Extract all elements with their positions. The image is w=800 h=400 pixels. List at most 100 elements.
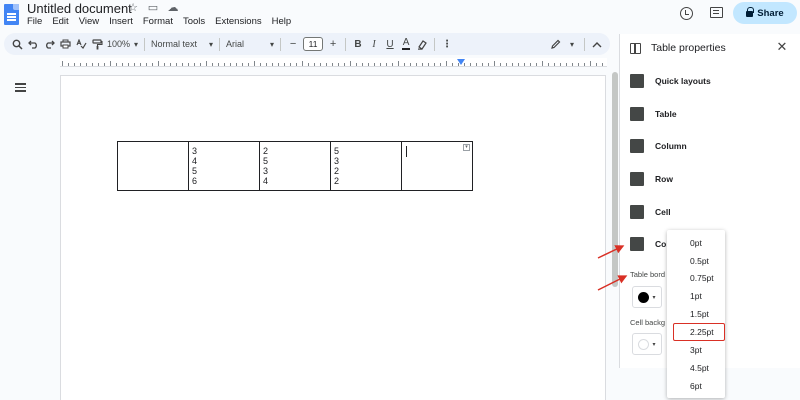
ruler-tick	[236, 63, 237, 66]
document-table[interactable]: 3 4 5 6 2 5 3 4 5 3 2 2 ▾	[117, 141, 473, 191]
border-width-option[interactable]: 3pt	[690, 345, 702, 355]
menu-view[interactable]: View	[79, 16, 99, 27]
menu-extensions[interactable]: Extensions	[215, 16, 261, 27]
top-bar: Untitled document ☆ ▭ ☁ File Edit View I…	[0, 0, 800, 34]
ruler-tick	[134, 63, 135, 66]
version-history-icon[interactable]	[680, 7, 693, 20]
section-column[interactable]: Column	[630, 139, 687, 153]
more-options-icon[interactable]: ⋮	[439, 35, 455, 53]
table-properties-icon	[630, 43, 641, 54]
ruler-tick	[92, 63, 93, 66]
section-table[interactable]: Table	[630, 107, 677, 121]
border-width-option[interactable]: 6pt	[690, 381, 702, 391]
print-icon[interactable]	[57, 35, 73, 53]
docs-logo-icon[interactable]	[4, 4, 19, 25]
increase-font-size-button[interactable]: +	[325, 35, 341, 53]
ruler-tick	[446, 61, 447, 66]
ruler-tick	[524, 63, 525, 66]
menu-edit[interactable]: Edit	[52, 16, 68, 27]
menu-tools[interactable]: Tools	[183, 16, 205, 27]
ruler-tick	[530, 63, 531, 66]
border-color-swatch	[638, 291, 650, 303]
border-width-option-selected[interactable]: 2.25pt	[690, 327, 714, 337]
spellcheck-icon[interactable]	[73, 35, 89, 53]
border-width-option[interactable]: 0.5pt	[690, 256, 709, 266]
ruler-tick	[266, 63, 267, 66]
zoom-select[interactable]: 100%	[105, 35, 140, 53]
table-cell[interactable]: 3 4 5 6	[188, 141, 260, 191]
ruler-tick	[392, 63, 393, 66]
ruler-tick	[194, 63, 195, 66]
zoom-value: 100%	[107, 39, 131, 49]
menu-format[interactable]: Format	[143, 16, 173, 27]
menu-insert[interactable]: Insert	[109, 16, 133, 27]
ruler-tick	[566, 63, 567, 66]
section-icon	[630, 237, 644, 251]
ruler-tick	[506, 63, 507, 66]
document-page[interactable]: 3 4 5 6 2 5 3 4 5 3 2 2 ▾	[60, 75, 606, 400]
section-quick-layouts[interactable]: Quick layouts	[630, 74, 711, 88]
border-width-option[interactable]: 4.5pt	[690, 363, 709, 373]
star-icon[interactable]: ☆	[127, 2, 139, 14]
cell-options-chevron-icon[interactable]: ▾	[463, 144, 470, 151]
border-color-button[interactable]: ▾	[632, 286, 662, 308]
ruler-tick	[572, 63, 573, 66]
section-row[interactable]: Row	[630, 172, 673, 186]
paint-format-icon[interactable]	[89, 35, 105, 53]
cell-line: 5	[192, 166, 198, 176]
section-label: Cell	[655, 207, 671, 217]
document-outline-icon[interactable]	[15, 83, 26, 92]
border-width-option[interactable]: 1.5pt	[690, 309, 709, 319]
toolbar-divider	[144, 37, 146, 51]
search-menus-icon[interactable]	[9, 35, 25, 53]
redo-icon[interactable]	[41, 35, 57, 53]
document-title[interactable]: Untitled document	[27, 1, 132, 16]
undo-icon[interactable]	[25, 35, 41, 53]
border-width-option[interactable]: 0pt	[690, 238, 702, 248]
decrease-font-size-button[interactable]: −	[285, 35, 301, 53]
ruler-tick	[80, 63, 81, 66]
ruler-tick	[602, 63, 603, 66]
cell-line: 4	[192, 156, 198, 166]
border-width-option[interactable]: 1pt	[690, 291, 702, 301]
ruler-tick	[272, 63, 273, 66]
cloud-icon[interactable]: ☁	[167, 2, 179, 14]
text-color-button[interactable]: A	[398, 35, 414, 53]
hide-menus-chevron-up-icon[interactable]	[589, 35, 605, 53]
table-cell[interactable]: 2 5 3 4	[259, 141, 331, 191]
highlight-color-icon[interactable]	[414, 35, 430, 53]
editing-mode-chevron-icon[interactable]: ▾	[564, 35, 580, 53]
font-size-field[interactable]: 11	[301, 35, 325, 53]
menu-bar: File Edit View Insert Format Tools Exten…	[27, 16, 291, 27]
bold-button[interactable]: B	[350, 35, 366, 53]
ruler-tick	[176, 63, 177, 66]
ruler-tick	[326, 63, 327, 66]
cell-background-color-button[interactable]: ▾	[632, 333, 662, 355]
font-select[interactable]: Arial	[224, 35, 276, 53]
table-cell-active[interactable]: ▾	[401, 141, 473, 191]
paragraph-style-select[interactable]: Normal text	[149, 35, 215, 53]
vertical-scrollbar[interactable]	[612, 72, 618, 287]
table-cell[interactable]	[117, 141, 189, 191]
horizontal-ruler[interactable]	[60, 58, 607, 67]
ruler-tick	[338, 63, 339, 66]
ruler-tick	[476, 63, 477, 66]
close-icon[interactable]: ✕	[775, 39, 789, 55]
section-cell[interactable]: Cell	[630, 205, 671, 219]
folder-icon[interactable]: ▭	[147, 2, 159, 14]
menu-file[interactable]: File	[27, 16, 42, 27]
menu-help[interactable]: Help	[272, 16, 292, 27]
underline-button[interactable]: U	[382, 35, 398, 53]
share-button[interactable]: Share	[733, 2, 797, 24]
editing-mode-pencil-icon[interactable]	[548, 35, 564, 53]
table-cell[interactable]: 5 3 2 2	[330, 141, 402, 191]
ruler-tick	[590, 61, 591, 66]
ruler-tick	[428, 63, 429, 66]
lock-icon	[746, 7, 755, 17]
ruler-tick	[242, 63, 243, 66]
ruler-tick	[344, 63, 345, 66]
comments-icon[interactable]	[710, 7, 723, 18]
italic-button[interactable]: I	[366, 35, 382, 53]
ruler-tick	[62, 61, 63, 66]
border-width-option[interactable]: 0.75pt	[690, 273, 714, 283]
